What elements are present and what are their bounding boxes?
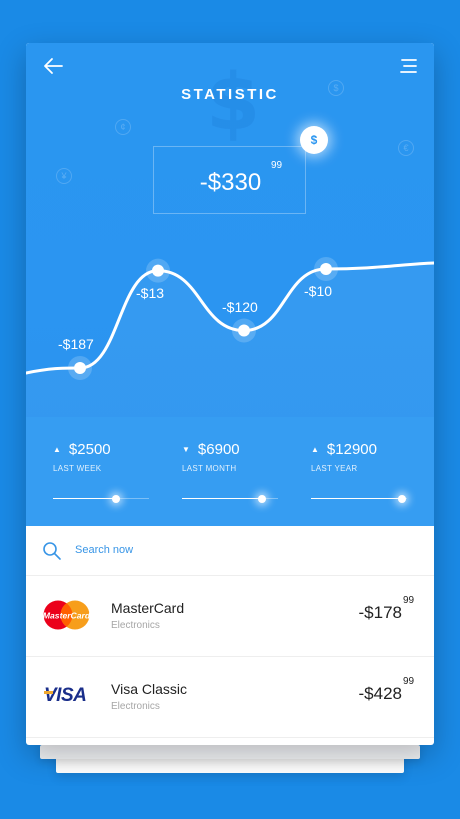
stat-label: LAST MONTH bbox=[182, 464, 237, 473]
stat-value: $6900 bbox=[197, 441, 240, 458]
visa-logo-accent bbox=[44, 691, 53, 694]
visa-logo-text: VISA bbox=[44, 685, 87, 706]
up-arrow-icon: ▲ bbox=[53, 445, 61, 454]
chart-point[interactable] bbox=[320, 263, 332, 275]
search-input[interactable]: Search now bbox=[75, 544, 133, 556]
transaction-amount: -$428 bbox=[358, 684, 402, 703]
stat-value: $12900 bbox=[326, 441, 377, 458]
transaction-name: Visa Classic bbox=[111, 681, 187, 697]
stat-last-year: ▲ $12900 LAST YEAR bbox=[311, 441, 421, 473]
chart-point[interactable] bbox=[238, 324, 250, 337]
chart-data-label: -$13 bbox=[136, 284, 165, 301]
slider-fill bbox=[311, 498, 403, 499]
chart-data-label: -$10 bbox=[304, 283, 333, 299]
slider-knob[interactable] bbox=[112, 495, 121, 503]
chart-data-label: -$187 bbox=[58, 336, 94, 352]
slider-fill bbox=[53, 498, 117, 499]
slider-last-month[interactable] bbox=[182, 493, 278, 505]
statistic-header: $ $ ¢ ¥ € STATISTIC -$330 99 $ -$187 -$13… bbox=[26, 43, 434, 526]
transaction-cents: 99 bbox=[403, 595, 415, 606]
down-arrow-icon: ▼ bbox=[182, 445, 190, 454]
slider-knob[interactable] bbox=[257, 495, 266, 503]
stat-last-week: ▲ $2500 LAST WEEK bbox=[53, 441, 163, 473]
stat-last-month: ▼ $6900 LAST MONTH bbox=[182, 441, 292, 473]
chart-point[interactable] bbox=[152, 264, 164, 277]
card-stack-shadow-middle bbox=[40, 745, 420, 759]
svg-text:MasterCard: MasterCard bbox=[43, 611, 90, 621]
search-bar[interactable]: Search now bbox=[26, 526, 434, 576]
transaction-row[interactable]: MasterCard MasterCard Electronics -$178 … bbox=[26, 576, 434, 657]
chart-data-label: -$120 bbox=[222, 298, 258, 315]
slider-last-week[interactable] bbox=[53, 493, 149, 505]
transaction-cents: 99 bbox=[403, 676, 415, 687]
transaction-amount: -$178 bbox=[358, 603, 402, 622]
transaction-row[interactable]: VISA Visa Classic Electronics -$428 99 bbox=[26, 657, 434, 738]
stat-label: LAST WEEK bbox=[53, 464, 102, 473]
chart-point[interactable] bbox=[74, 362, 86, 374]
search-icon[interactable] bbox=[42, 541, 62, 561]
up-arrow-icon: ▲ bbox=[311, 445, 319, 454]
transaction-name: MasterCard bbox=[111, 600, 185, 616]
statistic-card: $ $ ¢ ¥ € STATISTIC -$330 99 $ -$187 -$13… bbox=[26, 43, 434, 745]
mastercard-logo: MasterCard bbox=[43, 600, 90, 630]
stat-label: LAST YEAR bbox=[311, 464, 358, 473]
transaction-category: Electronics bbox=[111, 620, 160, 631]
slider-last-year[interactable] bbox=[311, 493, 407, 505]
transaction-category: Electronics bbox=[111, 701, 160, 712]
slider-fill bbox=[182, 498, 262, 499]
stat-value: $2500 bbox=[68, 441, 111, 458]
slider-knob[interactable] bbox=[398, 495, 407, 503]
visa-logo: VISA bbox=[44, 685, 87, 707]
